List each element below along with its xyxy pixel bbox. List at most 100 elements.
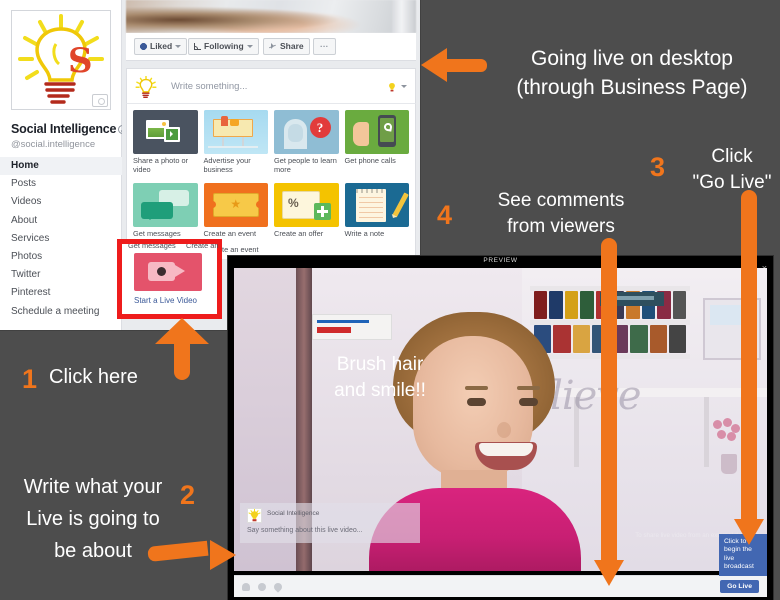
notepad-pencil-icon bbox=[344, 183, 409, 227]
more-options-button[interactable]: ··· bbox=[313, 38, 336, 55]
go-live-button[interactable]: Go Live bbox=[720, 580, 759, 593]
promo-card-create-offer[interactable]: % Create an offer bbox=[274, 183, 339, 252]
ticket-icon: ★ bbox=[203, 183, 268, 227]
sidebar-item-pinterest[interactable]: Pinterest bbox=[0, 284, 122, 302]
chevron-down-icon bbox=[246, 45, 253, 48]
overlay-line-1: Brush hair bbox=[336, 354, 424, 375]
composer-audience-selector[interactable] bbox=[387, 80, 407, 92]
annotation-step2-line3: be about bbox=[54, 540, 132, 562]
commenter-avatar bbox=[247, 508, 262, 523]
page-name-text: Social Intelligence bbox=[11, 122, 117, 136]
sidebar-item-twitter[interactable]: Twitter bbox=[0, 266, 122, 284]
thumbs-up-icon bbox=[140, 43, 147, 50]
annotation-heading-line2: (through Business Page) bbox=[516, 76, 748, 99]
chevron-down-icon bbox=[401, 84, 407, 88]
chevron-down-icon bbox=[175, 45, 182, 48]
promo-card-label: Advertise your business bbox=[203, 156, 251, 174]
promo-card-label: Create an event bbox=[186, 244, 220, 250]
offer-tag-icon: % bbox=[274, 183, 339, 227]
page-nav-list: Home Posts Videos About Services Photos … bbox=[0, 157, 122, 321]
start-live-video-highlight-box[interactable]: Get messages Create an event Start a Liv… bbox=[117, 239, 222, 319]
liked-button[interactable]: Liked bbox=[134, 38, 188, 55]
step-number-4: 4 bbox=[437, 200, 453, 230]
tag-person-icon[interactable] bbox=[242, 583, 250, 591]
annotation-step2-line2: Live is going to bbox=[26, 508, 160, 530]
promo-card-label: Create an offer bbox=[274, 229, 324, 238]
svg-text:S: S bbox=[68, 41, 93, 81]
phone-icon bbox=[344, 110, 409, 154]
video-overlay-note: Brush hair and smile!! bbox=[300, 352, 460, 404]
arrow-up-step1 bbox=[155, 318, 209, 380]
promo-card-write-note[interactable]: Write a note bbox=[344, 183, 409, 252]
sidebar-item-schedule-a-meeting[interactable]: Schedule a meeting bbox=[0, 303, 122, 321]
annotation-step4: See comments from viewers bbox=[466, 188, 656, 240]
promo-card-label: Get people to learn more bbox=[274, 156, 337, 174]
annotation-step1: Click here bbox=[49, 366, 138, 388]
profile-picture[interactable]: S bbox=[11, 10, 111, 110]
arrow-down-step4 bbox=[594, 238, 624, 586]
preview-label: PREVIEW bbox=[483, 257, 518, 264]
annotation-step4-line2: from viewers bbox=[507, 216, 615, 237]
sidebar-item-services[interactable]: Services bbox=[0, 230, 122, 248]
following-button-label: Following bbox=[204, 41, 244, 51]
share-photo-icon bbox=[133, 110, 198, 154]
location-pin-icon[interactable] bbox=[272, 581, 284, 593]
annotation-step2: Write what your Live is going to be abou… bbox=[8, 471, 178, 567]
facebook-live-preview-modal: PREVIEW × bbox=[228, 256, 773, 600]
lightbulb-small-icon bbox=[387, 80, 397, 92]
liked-button-label: Liked bbox=[150, 41, 173, 51]
composer-placeholder: Write something... bbox=[171, 81, 248, 92]
live-video-preview: Believe Brush hair and smile!! Social In… bbox=[234, 268, 767, 571]
page-title: Social Intelligence bbox=[11, 122, 128, 136]
modal-bottom-toolbar: Go Live bbox=[234, 575, 767, 597]
step-number-3: 3 bbox=[650, 152, 666, 182]
billboard-icon bbox=[203, 110, 268, 154]
annotation-step2-line1: Write what your bbox=[23, 476, 163, 498]
camera-icon[interactable] bbox=[92, 94, 108, 107]
post-composer[interactable]: Write something... bbox=[126, 68, 416, 103]
promo-card-label: Get phone calls bbox=[344, 156, 396, 165]
promo-card-label: Share a photo or video bbox=[133, 156, 189, 174]
promo-card-label: Write a note bbox=[344, 229, 385, 238]
annotation-heading: Going live on desktop (through Business … bbox=[497, 44, 767, 102]
sidebar-item-home[interactable]: Home bbox=[0, 157, 122, 176]
promo-card-label: Get messages bbox=[133, 229, 181, 238]
annotation-step3: Click "Go Live" bbox=[684, 144, 780, 196]
annotation-step3-line2: "Go Live" bbox=[692, 172, 772, 193]
arrow-left-top bbox=[421, 48, 487, 82]
annotation-heading-line1: Going live on desktop bbox=[531, 47, 733, 70]
annotated-tutorial-stage: S Social Intelligence @social.intelligen… bbox=[0, 0, 780, 600]
modal-top-bar: PREVIEW bbox=[228, 256, 773, 268]
step-number-2: 2 bbox=[180, 480, 196, 510]
live-comment-box[interactable]: Social Intelligence Say something about … bbox=[240, 503, 420, 543]
question-person-icon: ? bbox=[274, 110, 339, 154]
arrow-down-step3 bbox=[734, 190, 764, 545]
rss-icon bbox=[194, 43, 201, 50]
page-handle: @social.intelligence bbox=[11, 139, 96, 150]
promo-card-advertise[interactable]: Advertise your business bbox=[203, 110, 268, 179]
following-button[interactable]: Following bbox=[188, 38, 259, 55]
sidebar-item-about[interactable]: About bbox=[0, 212, 122, 230]
sidebar-item-photos[interactable]: Photos bbox=[0, 248, 122, 266]
lightbulb-logo-icon: S bbox=[16, 14, 106, 106]
commenter-name: Social Intelligence bbox=[267, 510, 320, 517]
start-a-live-video-link[interactable]: Start a Live Video bbox=[134, 296, 197, 305]
sidebar-item-videos[interactable]: Videos bbox=[0, 193, 122, 211]
share-button[interactable]: Share bbox=[263, 38, 310, 55]
cover-photo bbox=[126, 0, 416, 33]
comment-input-placeholder[interactable]: Say something about this live video... bbox=[247, 527, 363, 534]
page-action-bar: Liked Following Share ··· bbox=[126, 33, 416, 61]
annotation-step4-line1: See comments bbox=[497, 190, 625, 211]
promo-card-grid: Share a photo or video Advertise your bu… bbox=[126, 103, 416, 253]
chat-bubbles-icon bbox=[133, 183, 198, 227]
sidebar-item-posts[interactable]: Posts bbox=[0, 175, 122, 193]
composer-avatar-icon bbox=[135, 75, 157, 98]
step-number-1: 1 bbox=[22, 364, 38, 394]
promo-card-learn-more[interactable]: ? Get people to learn more bbox=[274, 110, 339, 179]
more-icon: ··· bbox=[320, 41, 329, 51]
emoji-icon[interactable] bbox=[258, 583, 266, 591]
promo-card-share-photo[interactable]: Share a photo or video bbox=[133, 110, 198, 179]
live-video-camera-icon bbox=[134, 253, 202, 291]
promo-card-phone-calls[interactable]: Get phone calls bbox=[344, 110, 409, 179]
annotation-step3-line1: Click bbox=[711, 146, 753, 167]
